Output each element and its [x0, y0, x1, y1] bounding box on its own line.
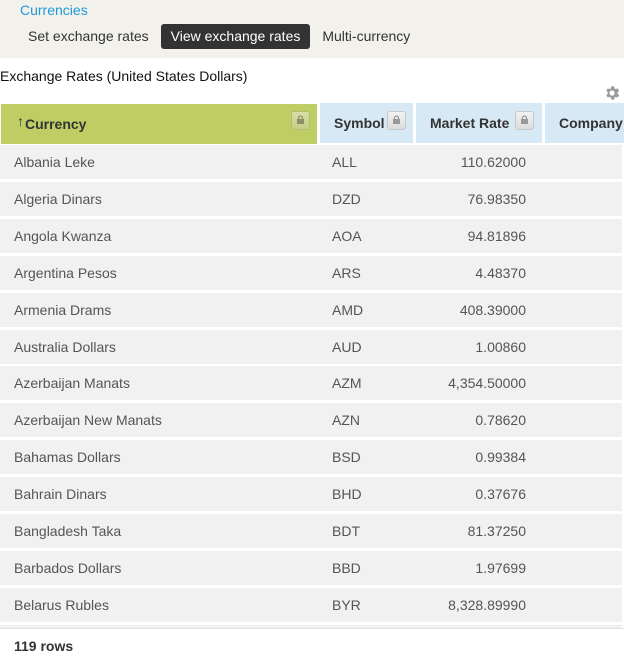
- table-row[interactable]: Azerbaijan Manats AZM 4,354.50000: [0, 366, 622, 400]
- column-header-label: Currency: [25, 116, 87, 132]
- cell-market-rate: 110.62000: [460, 154, 526, 170]
- cell-currency: Australia Dollars: [14, 339, 116, 355]
- cell-currency: Bangladesh Taka: [14, 523, 122, 539]
- cell-symbol: AOA: [332, 228, 362, 244]
- cell-symbol: BHD: [332, 486, 362, 502]
- cell-symbol: ARS: [332, 265, 361, 281]
- section-title: Exchange Rates (United States Dollars): [0, 68, 248, 84]
- cell-currency: Azerbaijan New Manats: [14, 412, 162, 428]
- lock-icon[interactable]: [515, 111, 534, 130]
- cell-symbol: AMD: [332, 302, 364, 318]
- cell-market-rate: 0.99384: [475, 449, 526, 465]
- cell-symbol: BYR: [332, 597, 361, 613]
- tab-bar: Set exchange rates View exchange rates M…: [18, 24, 422, 49]
- table-row[interactable]: Australia Dollars AUD 1.00860: [0, 330, 622, 364]
- cell-currency: Algeria Dinars: [14, 191, 102, 207]
- arrow-up-icon: ↑: [17, 113, 24, 129]
- table-row[interactable]: Bangladesh Taka BDT 81.37250: [0, 514, 622, 548]
- tab-set-exchange-rates[interactable]: Set exchange rates: [18, 24, 159, 49]
- gear-icon[interactable]: [603, 84, 621, 102]
- row-count: 119 rows: [14, 638, 74, 654]
- table-row[interactable]: Algeria Dinars DZD 76.98350: [0, 182, 622, 216]
- column-header-symbol[interactable]: Symbol: [320, 103, 413, 143]
- cell-currency: Azerbaijan Manats: [14, 375, 130, 391]
- table-row[interactable]: Albania Leke ALL 110.62000: [0, 145, 622, 179]
- table-row[interactable]: Angola Kwanza AOA 94.81896: [0, 219, 622, 253]
- cell-market-rate: 0.78620: [475, 412, 526, 428]
- cell-market-rate: 8,328.89990: [448, 597, 526, 613]
- cell-market-rate: 0.37676: [475, 486, 526, 502]
- cell-market-rate: 4.48370: [475, 265, 526, 281]
- cell-symbol: DZD: [332, 191, 361, 207]
- table-row[interactable]: Bahrain Dinars BHD 0.37676: [0, 477, 622, 511]
- cell-currency: Angola Kwanza: [14, 228, 112, 244]
- table-row[interactable]: Armenia Drams AMD 408.39000: [0, 293, 622, 327]
- table-row[interactable]: Barbados Dollars BBD 1.97699: [0, 551, 622, 585]
- cell-market-rate: 408.39000: [459, 302, 526, 318]
- cell-symbol: AUD: [332, 339, 362, 355]
- cell-market-rate: 94.81896: [467, 228, 526, 244]
- lock-icon[interactable]: [387, 111, 406, 130]
- table-row[interactable]: Azerbaijan New Manats AZN 0.78620: [0, 403, 622, 437]
- cell-currency: Armenia Drams: [14, 302, 112, 318]
- cell-currency: Albania Leke: [14, 154, 95, 170]
- cell-symbol: BDT: [332, 523, 360, 539]
- column-header-label: Company: [559, 115, 623, 131]
- column-header-company[interactable]: Company: [545, 103, 624, 143]
- cell-market-rate: 1.97699: [475, 560, 526, 576]
- top-navigation-bar: Currencies Set exchange rates View excha…: [0, 0, 624, 58]
- cell-symbol: AZM: [332, 375, 362, 391]
- column-header-market-rate[interactable]: Market Rate: [416, 103, 542, 143]
- cell-market-rate: 76.98350: [467, 191, 526, 207]
- cell-symbol: BSD: [332, 449, 361, 465]
- exchange-rates-table: ↑ Currency Symbol Market Rate Company Al…: [0, 103, 624, 628]
- table-row[interactable]: Belarus Rubles BYR 8,328.89990: [0, 588, 622, 622]
- column-header-currency[interactable]: ↑ Currency: [1, 104, 317, 144]
- cell-currency: Argentina Pesos: [14, 265, 117, 281]
- cell-market-rate: 1.00860: [475, 339, 526, 355]
- cell-currency: Barbados Dollars: [14, 560, 122, 576]
- cell-symbol: BBD: [332, 560, 361, 576]
- cell-currency: Bahamas Dollars: [14, 449, 121, 465]
- breadcrumb-currencies[interactable]: Currencies: [20, 2, 88, 18]
- cell-market-rate: 4,354.50000: [448, 375, 526, 391]
- table-row[interactable]: Argentina Pesos ARS 4.48370: [0, 256, 622, 290]
- table-footer: 119 rows: [0, 628, 624, 659]
- table-row[interactable]: Bahamas Dollars BSD 0.99384: [0, 440, 622, 474]
- tab-view-exchange-rates[interactable]: View exchange rates: [160, 24, 311, 49]
- cell-symbol: ALL: [332, 154, 357, 170]
- cell-currency: Belarus Rubles: [14, 597, 109, 613]
- column-header-label: Market Rate: [430, 115, 510, 131]
- column-header-label: Symbol: [334, 115, 385, 131]
- cell-symbol: AZN: [332, 412, 360, 428]
- cell-currency: Bahrain Dinars: [14, 486, 107, 502]
- lock-icon[interactable]: [291, 111, 310, 130]
- cell-market-rate: 81.37250: [467, 523, 526, 539]
- tab-multi-currency[interactable]: Multi-currency: [312, 24, 420, 49]
